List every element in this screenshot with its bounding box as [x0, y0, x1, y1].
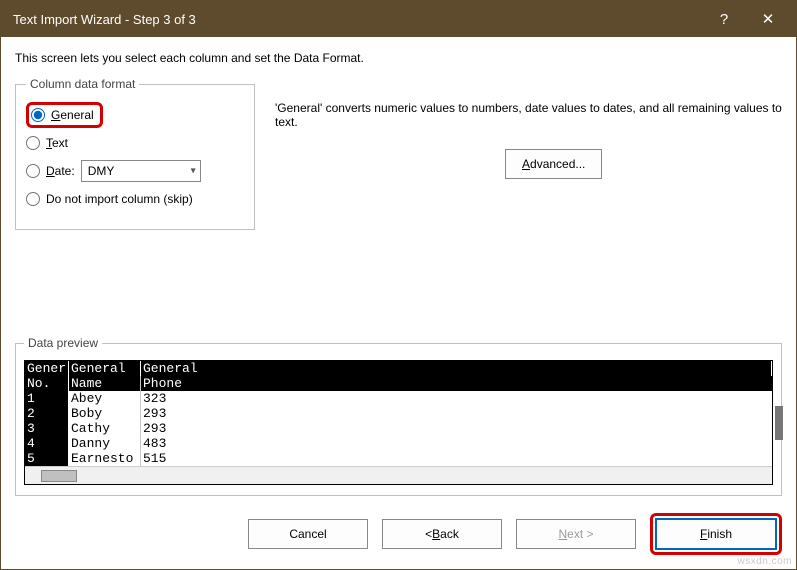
cell: Name	[69, 376, 141, 391]
column-format-legend: Column data format	[26, 77, 139, 91]
cell: No.	[25, 376, 69, 391]
cell: Abey	[69, 391, 141, 406]
close-icon[interactable]: ✕	[746, 4, 790, 34]
radio-text[interactable]	[26, 136, 40, 150]
table-row: No. Name Phone	[25, 376, 772, 391]
chevron-down-icon: ▾	[191, 166, 196, 177]
next-button: Next >	[516, 519, 636, 549]
finish-button[interactable]: Finish	[656, 519, 776, 549]
table-row: 1 Abey 323	[25, 391, 772, 406]
radio-date[interactable]	[26, 164, 40, 178]
cancel-button[interactable]: Cancel	[248, 519, 368, 549]
titlebar: Text Import Wizard - Step 3 of 3 ? ✕	[1, 1, 796, 37]
dialog-buttons: Cancel < Back Next > Finish	[248, 513, 782, 555]
cell: Boby	[69, 406, 141, 421]
cell: 293	[141, 421, 772, 436]
intro-text: This screen lets you select each column …	[15, 51, 782, 65]
radio-skip-label[interactable]: Do not import column (skip)	[46, 192, 193, 206]
cell: 483	[141, 436, 772, 451]
radio-general-label[interactable]: General	[51, 108, 94, 122]
scrollbar-thumb[interactable]	[41, 470, 77, 482]
finish-highlight: Finish	[650, 513, 782, 555]
date-format-select[interactable]: DMY ▾	[81, 160, 201, 182]
radio-text-label[interactable]: Text	[46, 136, 68, 150]
cell: Cathy	[69, 421, 141, 436]
vertical-scroll-handle[interactable]	[775, 406, 783, 440]
format-description: 'General' converts numeric values to num…	[275, 101, 782, 129]
cell: 293	[141, 406, 772, 421]
cell: 5	[25, 451, 69, 466]
horizontal-scrollbar[interactable]	[25, 466, 772, 484]
table-row: 4 Danny 483	[25, 436, 772, 451]
cell: 323	[141, 391, 772, 406]
radio-skip[interactable]	[26, 192, 40, 206]
cell: 1	[25, 391, 69, 406]
radio-date-label[interactable]: Date:	[46, 164, 75, 178]
data-preview-group: Data preview Gener General General No. N…	[15, 336, 782, 496]
back-button[interactable]: < Back	[382, 519, 502, 549]
cell: Phone	[141, 376, 772, 391]
preview-column-headers: Gener General General	[25, 361, 772, 376]
watermark: wsxdn.com	[737, 556, 792, 567]
help-icon[interactable]: ?	[702, 4, 746, 34]
table-row: 3 Cathy 293	[25, 421, 772, 436]
date-format-value: DMY	[88, 164, 115, 178]
table-row: 5 Earnesto 515	[25, 451, 772, 466]
cell: 515	[141, 451, 772, 466]
preview-legend: Data preview	[24, 336, 102, 350]
table-row: 2 Boby 293	[25, 406, 772, 421]
radio-general[interactable]	[31, 108, 45, 122]
window-title: Text Import Wizard - Step 3 of 3	[13, 12, 702, 27]
col-header[interactable]: General	[69, 361, 141, 376]
column-data-format-group: Column data format General Text Date: DM…	[15, 77, 255, 230]
advanced-button[interactable]: Advanced...	[505, 149, 602, 179]
preview-rows: No. Name Phone 1 Abey 323 2 Boby 293 3 C…	[25, 376, 772, 466]
cell: 3	[25, 421, 69, 436]
cell: 4	[25, 436, 69, 451]
cell: Danny	[69, 436, 141, 451]
preview-grid: Gener General General No. Name Phone 1 A…	[24, 360, 773, 485]
col-header[interactable]: Gener	[25, 361, 69, 376]
cell: 2	[25, 406, 69, 421]
cell: Earnesto	[69, 451, 141, 466]
general-highlight: General	[26, 102, 103, 128]
dialog-content: This screen lets you select each column …	[1, 37, 796, 569]
format-description-pane: 'General' converts numeric values to num…	[275, 77, 782, 179]
col-header[interactable]: General	[141, 361, 772, 376]
